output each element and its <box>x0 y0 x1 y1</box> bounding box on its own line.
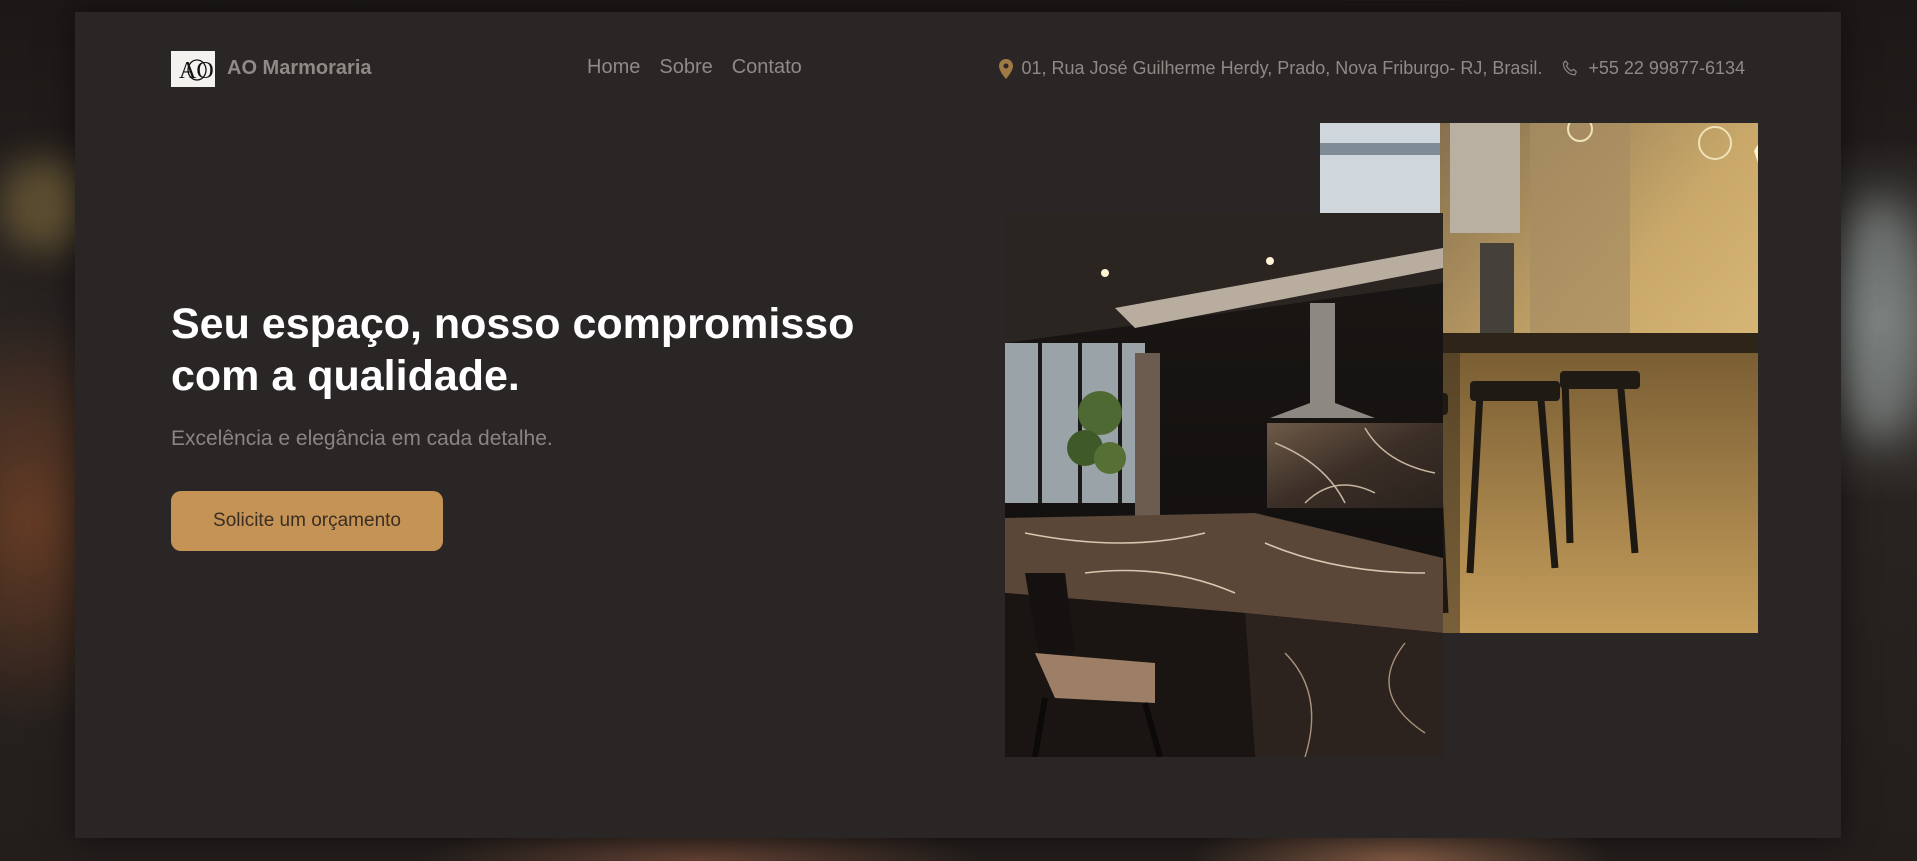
map-pin-icon <box>999 58 1014 79</box>
address-text: 01, Rua José Guilherme Herdy, Prado, Nov… <box>1021 58 1543 78</box>
logo-mark-icon: AO <box>179 58 213 84</box>
nav-sobre-link[interactable]: Sobre <box>659 56 712 79</box>
nav-home-link[interactable]: Home <box>587 56 640 79</box>
main-nav: Home Sobre Contato <box>587 56 802 79</box>
phone-icon <box>1560 59 1580 79</box>
phone-number[interactable]: +55 22 99877-6134 <box>1588 58 1745 79</box>
background-blur <box>1840 200 1917 440</box>
hero-title: Seu espaço, nosso compromisso com a qual… <box>171 300 855 400</box>
dark-marble-kitchen-photo <box>1005 213 1443 757</box>
page-card: AO AO Marmoraria Home Sobre Contato 01, … <box>75 12 1841 838</box>
logo[interactable]: AO <box>171 51 215 87</box>
brand-name[interactable]: AO Marmoraria <box>227 57 372 80</box>
nav-contato-link[interactable]: Contato <box>732 56 802 79</box>
contact-info: 01, Rua José Guilherme Herdy, Prado, Nov… <box>999 58 1745 79</box>
request-quote-button[interactable]: Solicite um orçamento <box>171 491 443 551</box>
hero-subtitle: Excelência e elegância em cada detalhe. <box>171 427 553 450</box>
